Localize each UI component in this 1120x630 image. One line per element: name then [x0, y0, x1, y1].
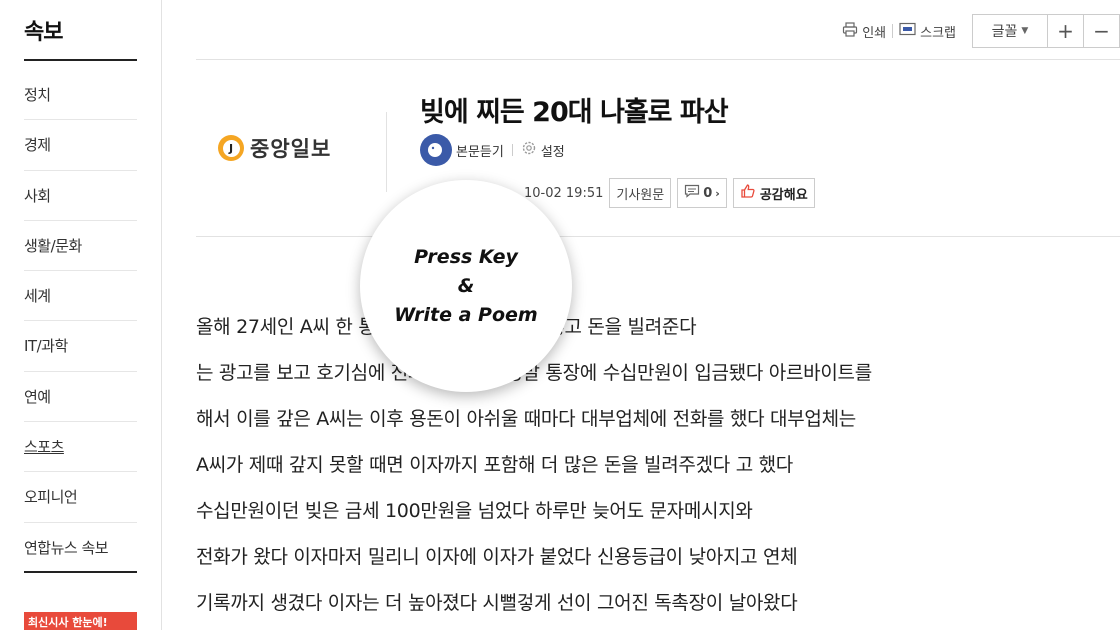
font-dropdown[interactable]: 글꼴 ▼: [972, 14, 1048, 48]
sidebar-item-world[interactable]: 세계: [24, 271, 137, 322]
gear-icon[interactable]: [521, 140, 537, 160]
scrap-label: 스크랩: [920, 25, 956, 41]
print-button[interactable]: 인쇄: [836, 21, 892, 41]
listen-label[interactable]: 본문듣기: [456, 141, 504, 160]
font-label: 글꼴: [991, 24, 1018, 40]
font-size-increase-button[interactable]: +: [1047, 14, 1084, 48]
chevron-right-icon: ›: [715, 186, 720, 200]
like-button[interactable]: 공감해요: [732, 178, 815, 208]
chevron-down-icon: ▼: [1021, 26, 1029, 36]
body-line: 전화가 왔다 이자마저 밀리니 이자에 이자가 붙었다 신용등급이 낮아지고 연…: [196, 546, 798, 568]
thumbs-up-icon: [740, 183, 756, 203]
comments-button[interactable]: 0 ›: [677, 178, 727, 208]
printer-icon: [842, 21, 858, 41]
press-logo[interactable]: J 중앙일보: [218, 133, 331, 163]
sidebar-item-yonhap-breaking[interactable]: 연합뉴스 속보: [24, 523, 137, 573]
sidebar-item-sports[interactable]: 스포츠: [24, 422, 137, 473]
like-label: 공감해요: [759, 187, 808, 203]
minus-icon: −: [1093, 19, 1110, 43]
listen-controls: 본문듣기 설정: [420, 134, 565, 166]
sidebar-banner[interactable]: 최신시사 한눈에!: [24, 612, 137, 630]
overlay-line-1: Press Key: [414, 245, 518, 268]
overlay-text: Press Key & Write a Poem: [394, 243, 537, 330]
sidebar-item-life-culture[interactable]: 생활/문화: [24, 221, 137, 272]
sidebar-title: 속보: [24, 20, 63, 45]
header-divider: [386, 112, 387, 192]
listen-separator: [511, 144, 513, 156]
toolbar-divider: [196, 59, 1120, 60]
scrap-button[interactable]: 스크랩: [893, 22, 962, 41]
article-meta: 10-02 19:51 기사원문 0 › 공감해요: [524, 178, 815, 208]
category-list: 정치 경제 사회 생활/문화 세계 IT/과학 연예 스포츠 오피니언 연합뉴스…: [24, 70, 137, 573]
body-line: 올해 27세인 A씨 한 통화면 묻지도 따지지도 않고 돈을 빌려준다: [196, 316, 697, 338]
sidebar-title-divider: [24, 59, 137, 61]
sidebar-item-economy[interactable]: 경제: [24, 120, 137, 171]
original-article-button[interactable]: 기사원문: [609, 178, 672, 208]
body-line: 수십만원이던 빚은 금세 100만원을 넘었다 하루만 늦어도 문자메시지와: [196, 500, 753, 522]
sidebar-item-entertainment[interactable]: 연예: [24, 372, 137, 423]
sidebar-item-opinion[interactable]: 오피니언: [24, 472, 137, 523]
comment-count: 0: [703, 185, 713, 201]
article-toolbar: 인쇄 스크랩 글꼴 ▼ + −: [836, 14, 1120, 48]
sidebar-item-politics[interactable]: 정치: [24, 70, 137, 121]
settings-label[interactable]: 설정: [541, 141, 565, 160]
article-timestamp: 10-02 19:51: [524, 185, 604, 201]
sidebar-item-it-science[interactable]: IT/과학: [24, 321, 137, 372]
body-line: 기록까지 생겼다 이자는 더 높아졌다 시뻘겋게 선이 그어진 독촉장이 날아왔…: [196, 592, 798, 614]
plus-icon: +: [1057, 19, 1074, 43]
press-logo-mark: J: [218, 135, 244, 161]
press-name: 중앙일보: [250, 137, 332, 161]
scrap-icon: [899, 22, 916, 40]
audio-listen-icon[interactable]: [420, 134, 452, 166]
body-line: 해서 이를 갚은 A씨는 이후 용돈이 아쉬울 때마다 대부업체에 전화를 했다…: [196, 408, 856, 430]
overlay-line-2: &: [457, 274, 475, 297]
body-line: A씨가 제때 갚지 못할 때면 이자까지 포함해 더 많은 돈을 빌려주겠다 고…: [196, 454, 793, 476]
category-sidebar: 속보 정치 경제 사회 생활/문화 세계 IT/과학 연예 스포츠 오피니언 연…: [0, 0, 162, 630]
meta-divider: [196, 236, 1120, 237]
print-label: 인쇄: [862, 25, 887, 41]
original-article-label: 기사원문: [616, 187, 665, 203]
overlay-line-3: Write a Poem: [394, 303, 538, 326]
font-size-decrease-button[interactable]: −: [1083, 14, 1120, 48]
overlay-badge: Press Key & Write a Poem: [360, 180, 572, 392]
body-line: 는 광고를 보고 호기심에 전화를 걸었다 정말 통장에 수십만원이 입금됐다 …: [196, 362, 872, 384]
comment-icon: [684, 184, 700, 202]
article-body: 올해 27세인 A씨 한 통화면 묻지도 따지지도 않고 돈을 빌려준다 는 광…: [196, 312, 1120, 630]
sidebar-item-society[interactable]: 사회: [24, 171, 137, 221]
article-title: 빚에 찌든 20대 나홀로 파산: [420, 97, 729, 128]
